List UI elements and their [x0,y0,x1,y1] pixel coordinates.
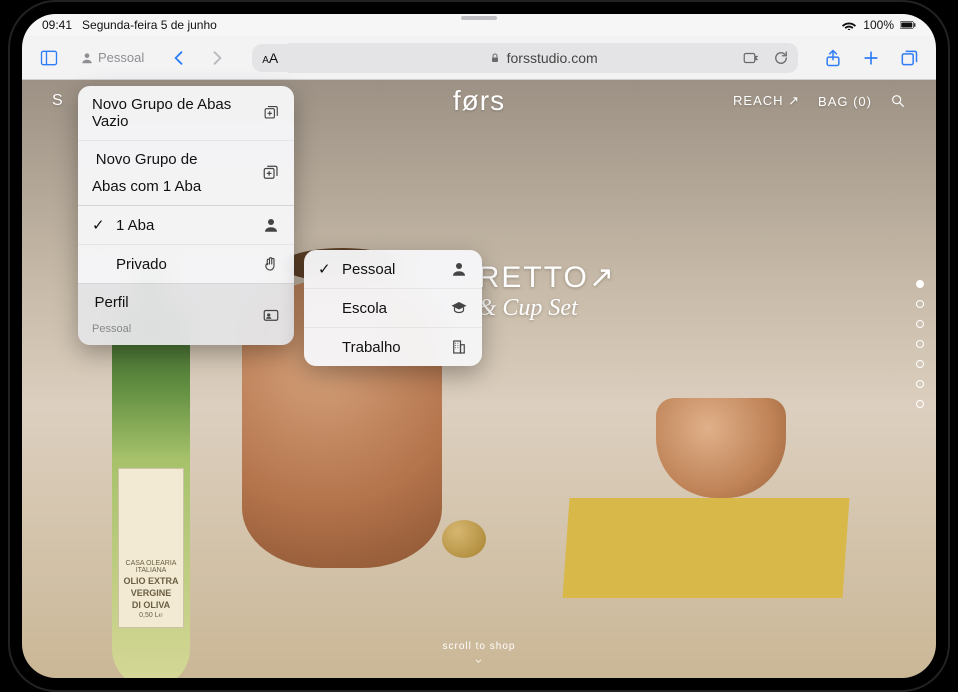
scroll-hint: scroll to shop [443,641,516,666]
page-dot-4[interactable] [916,340,924,348]
menu-one-tab[interactable]: ✓1 Aba [78,206,294,244]
battery-icon [900,20,916,30]
share-button[interactable] [816,41,850,75]
menu-private[interactable]: Privado [78,244,294,283]
tabs-overview-button[interactable] [892,41,926,75]
plus-icon [861,48,881,68]
profile-option-pessoal[interactable]: ✓Pessoal [304,250,482,288]
lock-icon [489,52,501,64]
page-dot-3[interactable] [916,320,924,328]
label-line2: Abas com 1 Aba [92,178,201,195]
hero-text: RETTO↗ & Cup Set [478,260,616,322]
tab-group-plus-icon [263,104,280,122]
extension-icon[interactable] [742,49,760,67]
building-icon [450,338,468,356]
person-icon [262,216,280,234]
wifi-icon [841,20,857,30]
profile-option-escola[interactable]: Escola [304,288,482,327]
label: Perfil [94,294,128,311]
ipad-frame: 09:41 Segunda-feira 5 de junho 100% Pess… [22,14,936,678]
profile-indicator[interactable]: Pessoal [74,46,150,69]
hero-line2: & Cup Set [478,295,616,322]
bottle-line3: DI OLIVA [132,600,170,610]
menu-new-empty-tab-group[interactable]: Novo Grupo de Abas Vazio [78,86,294,140]
bottle-line1: OLIO EXTRA [123,576,178,586]
share-icon [823,48,843,68]
page-settings-button[interactable]: AA [252,44,288,72]
forward-button [200,41,234,75]
tab-groups-menu: Novo Grupo de Abas Vazio Novo Grupo de A… [78,86,294,345]
label-line1: Novo Grupo de [96,151,198,168]
person-icon [450,260,468,278]
page-indicator[interactable] [916,280,924,408]
bag-link[interactable]: BAG (0) [818,94,872,109]
hero-line1[interactable]: RETTO↗ [478,260,616,295]
status-time: 09:41 [42,18,72,32]
status-bar: 09:41 Segunda-feira 5 de junho 100% [22,14,936,36]
chevron-down-icon [472,656,486,666]
page-dot-1[interactable] [916,280,924,288]
menu-profile[interactable]: Perfil Pessoal [78,284,294,345]
bottle-line2: VERGINE [131,588,172,598]
scroll-hint-text: scroll to shop [443,641,516,652]
tabs-icon [899,48,919,68]
bottle-label: CASA OLEARIA ITALIANA OLIO EXTRA VERGINE… [118,468,184,628]
label: Privado [116,256,167,273]
status-date: Segunda-feira 5 de junho [82,18,217,32]
page-dot-5[interactable] [916,360,924,368]
oil-bottle-graphic: CASA OLEARIA ITALIANA OLIO EXTRA VERGINE… [112,308,190,678]
address-field[interactable]: forsstudio.com [288,43,798,73]
shop-link[interactable]: S [52,92,63,110]
new-tab-button[interactable] [854,41,888,75]
page-dot-6[interactable] [916,380,924,388]
graduation-icon [450,299,468,317]
napkin-graphic [563,498,850,598]
site-logo[interactable]: førs [453,85,505,117]
address-bar-area: AA forsstudio.com [252,43,798,73]
hand-icon [262,255,280,273]
person-icon [80,51,94,65]
sidebar-button[interactable] [32,41,66,75]
chevron-left-icon [169,48,189,68]
label: Pessoal [342,261,395,278]
profile-submenu: ✓Pessoal Escola Trabalho [304,250,482,366]
safari-toolbar: Pessoal AA forsstudio.com [22,36,936,80]
profile-option-trabalho[interactable]: Trabalho [304,327,482,366]
page-dot-2[interactable] [916,300,924,308]
fruit-graphic [442,520,486,558]
battery-percent: 100% [863,18,894,32]
search-icon[interactable] [890,93,906,109]
tab-group-plus-icon [262,164,280,182]
reach-link[interactable]: REACH ↗ [733,93,800,109]
reload-icon[interactable] [772,49,790,67]
profile-label: Pessoal [98,50,144,65]
label: 1 Aba [116,217,154,234]
bottle-brand: CASA OLEARIA ITALIANA [123,560,179,574]
home-indicator-top [461,16,497,20]
chevron-right-icon [207,48,227,68]
profile-card-icon [262,306,280,324]
sublabel: Pessoal [92,323,131,335]
label: Trabalho [342,339,401,356]
label: Novo Grupo de Abas Vazio [92,96,263,130]
back-button[interactable] [162,41,196,75]
menu-new-tab-group-with-one[interactable]: Novo Grupo de Abas com 1 Aba [78,140,294,205]
label: Escola [342,300,387,317]
page-dot-7[interactable] [916,400,924,408]
bottle-size: 0,50 L℮ [139,612,163,619]
sidebar-icon [39,48,59,68]
url-domain: forsstudio.com [507,50,598,66]
cup-graphic [656,398,786,498]
